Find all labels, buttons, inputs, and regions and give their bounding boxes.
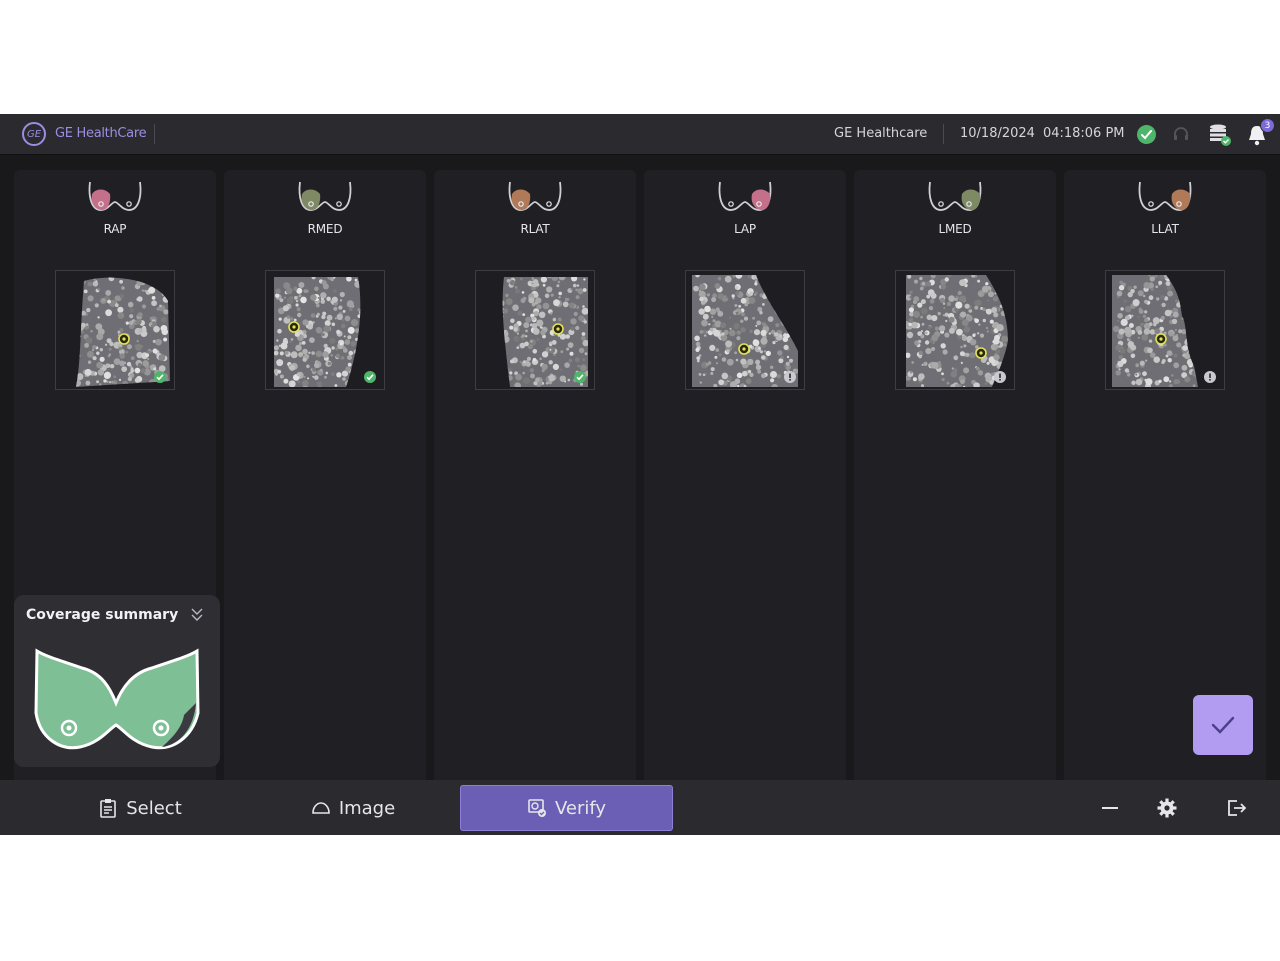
logout-button[interactable]: [1221, 793, 1251, 823]
gear-icon: [1157, 798, 1177, 818]
breast-position-icon: [88, 181, 142, 211]
view-label: LLAT: [1151, 222, 1179, 236]
ultrasound-thumbnail[interactable]: [55, 270, 175, 390]
divider: [943, 124, 944, 144]
ultrasound-thumbnail[interactable]: [685, 270, 805, 390]
divider: [154, 124, 155, 144]
select-button[interactable]: Select: [45, 785, 235, 831]
check-circle-icon: [154, 371, 166, 383]
date: 10/18/2024: [960, 126, 1035, 141]
breast-position-icon: [718, 181, 772, 211]
ultrasound-thumbnail[interactable]: [1105, 270, 1225, 390]
view-column-llat[interactable]: LLAT: [1064, 170, 1266, 782]
ultrasound-thumbnail[interactable]: [475, 270, 595, 390]
view-column-rlat[interactable]: RLAT: [434, 170, 636, 782]
breast-position-icon: [928, 181, 982, 211]
brand-name: GE HealthCare: [55, 126, 147, 141]
minimize-button[interactable]: [1095, 793, 1125, 823]
database-icon[interactable]: [1208, 123, 1232, 147]
breast-position-icon: [1138, 181, 1192, 211]
info-icon: [1204, 371, 1216, 383]
view-label: RLAT: [520, 222, 550, 236]
settings-button[interactable]: [1152, 793, 1182, 823]
ge-logo-icon: GE: [22, 122, 46, 146]
minimize-icon: [1102, 807, 1118, 809]
info-icon: [994, 371, 1006, 383]
breast-position-icon: [298, 181, 352, 211]
headset-icon[interactable]: [1172, 125, 1190, 143]
top-bar: GE GE HealthCare GE Healthcare 10/18/202…: [0, 114, 1280, 155]
info-icon: [784, 371, 796, 383]
image-button[interactable]: Image: [258, 785, 448, 831]
view-label: RMED: [307, 222, 343, 236]
datetime: 10/18/2024 04:18:06 PM: [960, 126, 1133, 141]
view-label: LMED: [938, 222, 972, 236]
time: 04:18:06 PM: [1042, 126, 1125, 141]
view-label: LAP: [734, 222, 756, 236]
verify-icon: [528, 799, 546, 817]
image-label: Image: [338, 797, 396, 819]
notification-badge: 3: [1260, 118, 1275, 133]
coverage-map: [34, 648, 200, 750]
bottom-bar: Select Image Verify: [0, 780, 1280, 835]
facility-name: GE Healthcare: [834, 126, 928, 141]
logout-icon: [1228, 800, 1247, 816]
verify-button[interactable]: Verify: [460, 785, 673, 831]
check-icon: [1211, 716, 1235, 734]
breast-position-icon: [508, 181, 562, 211]
view-column-lap[interactable]: LAP: [644, 170, 846, 782]
coverage-covered-area: [34, 648, 200, 750]
ultrasound-thumbnail[interactable]: [265, 270, 385, 390]
clipboard-icon: [100, 799, 117, 818]
check-circle-icon[interactable]: [1137, 125, 1156, 144]
view-column-rmed[interactable]: RMED: [224, 170, 426, 782]
view-column-lmed[interactable]: LMED: [854, 170, 1056, 782]
probe-icon: [312, 802, 330, 814]
confirm-button[interactable]: [1193, 695, 1253, 755]
ultrasound-thumbnail[interactable]: [895, 270, 1015, 390]
select-label: Select: [126, 797, 182, 819]
coverage-summary-panel: Coverage summary: [14, 595, 220, 767]
chevron-down-icon[interactable]: [190, 606, 204, 624]
app-window: GE GE HealthCare GE Healthcare 10/18/202…: [0, 114, 1280, 835]
coverage-summary-title: Coverage summary: [26, 607, 179, 623]
check-circle-icon: [574, 371, 586, 383]
view-label: RAP: [103, 222, 127, 236]
check-circle-icon: [364, 371, 376, 383]
verify-label: Verify: [554, 797, 607, 819]
